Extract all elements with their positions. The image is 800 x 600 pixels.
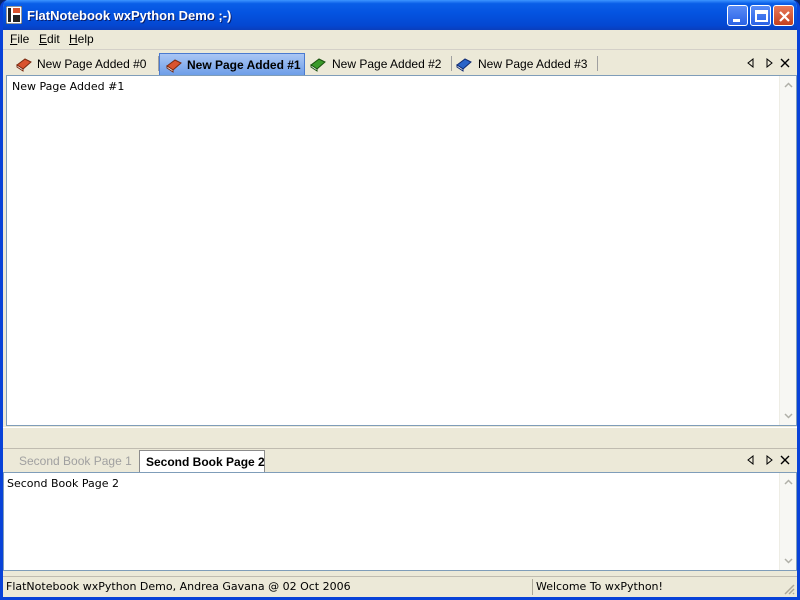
- tab-separator: [451, 56, 452, 71]
- close-icon: [779, 11, 790, 22]
- tab-scroll-right-icon[interactable]: [765, 58, 773, 68]
- bottom-notebook-tabstrip: Second Book Page 1 Second Book Page 2: [3, 449, 797, 472]
- tab-scroll-left-icon[interactable]: [747, 58, 755, 68]
- tab-second-book-page-1[interactable]: Second Book Page 1: [13, 450, 137, 472]
- tab-new-page-1[interactable]: New Page Added #1: [159, 53, 305, 75]
- status-separator: [532, 579, 533, 595]
- tab-separator: [597, 56, 598, 71]
- menu-edit[interactable]: Edit: [39, 32, 60, 46]
- tab-new-page-2[interactable]: New Page Added #2: [307, 53, 451, 75]
- top-notebook-page[interactable]: New Page Added #1: [6, 75, 797, 426]
- scroll-up-icon[interactable]: [781, 475, 796, 490]
- tab-new-page-0[interactable]: New Page Added #0: [13, 53, 157, 75]
- bottom-page-scrollbar[interactable]: [779, 473, 796, 570]
- scroll-up-icon[interactable]: [781, 78, 796, 93]
- page-content-text: New Page Added #1: [12, 80, 125, 93]
- maximize-button[interactable]: [750, 5, 771, 26]
- tab-close-icon[interactable]: [780, 58, 790, 68]
- menu-bar: File Edit Help: [3, 30, 797, 50]
- close-button[interactable]: [773, 5, 794, 26]
- scroll-down-icon[interactable]: [781, 553, 796, 568]
- scroll-down-icon[interactable]: [781, 408, 796, 423]
- menu-help[interactable]: Help: [69, 32, 94, 46]
- app-window: FlatNotebook wxPython Demo ;-) File Edit…: [0, 0, 800, 600]
- tab-second-book-page-2[interactable]: Second Book Page 2: [139, 450, 265, 472]
- green-book-icon: [310, 58, 326, 72]
- tab-scroll-left-icon[interactable]: [747, 455, 755, 465]
- resize-grip-icon[interactable]: [783, 583, 795, 595]
- menu-file[interactable]: File: [10, 32, 29, 46]
- maximize-icon: [755, 10, 768, 22]
- tab-new-page-3[interactable]: New Page Added #3: [453, 53, 597, 75]
- splitter-bar[interactable]: [3, 427, 797, 449]
- top-page-scrollbar[interactable]: [779, 76, 796, 425]
- title-bar[interactable]: FlatNotebook wxPython Demo ;-): [3, 0, 797, 30]
- red-book-icon: [16, 58, 32, 72]
- blue-book-icon: [456, 58, 472, 72]
- window-title: FlatNotebook wxPython Demo ;-): [27, 8, 232, 23]
- bottom-notebook-page[interactable]: Second Book Page 2: [3, 472, 797, 571]
- app-icon: [6, 6, 22, 24]
- status-bar: FlatNotebook wxPython Demo, Andrea Gavan…: [3, 576, 797, 597]
- minimize-icon: [733, 19, 740, 22]
- top-notebook-tabstrip: New Page Added #0 New Page Added #1 New …: [3, 52, 797, 75]
- red-book-icon: [166, 59, 182, 73]
- minimize-button[interactable]: [727, 5, 748, 26]
- status-left-text: FlatNotebook wxPython Demo, Andrea Gavan…: [6, 580, 351, 593]
- tab-scroll-right-icon[interactable]: [765, 455, 773, 465]
- status-right-text: Welcome To wxPython!: [536, 580, 663, 593]
- page-content-text: Second Book Page 2: [7, 477, 119, 490]
- tab-close-icon[interactable]: [780, 455, 790, 465]
